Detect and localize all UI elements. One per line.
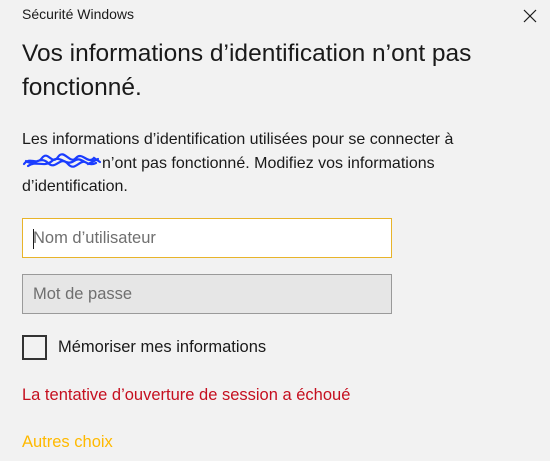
message-line-2: n’ont pas fonctionné. Modifiez vos infor… (102, 154, 435, 172)
redaction-scribble (22, 153, 102, 169)
close-button[interactable] (516, 3, 544, 29)
remember-label: Mémoriser mes informations (58, 338, 267, 356)
more-choices-link[interactable]: Autres choix (22, 433, 113, 452)
password-field[interactable] (22, 274, 392, 314)
username-field[interactable] (22, 218, 392, 258)
message-line-1: Les informations d’identification utilis… (22, 131, 454, 148)
remember-checkbox-row[interactable]: Mémoriser mes informations (22, 335, 266, 360)
error-message: La tentative d’ouverture de session a éc… (22, 386, 351, 404)
title-bar: Sécurité Windows (0, 0, 550, 32)
close-icon (523, 9, 537, 23)
remember-checkbox[interactable] (22, 335, 47, 360)
text-caret (33, 229, 34, 249)
credential-dialog: Sécurité Windows Vos informations d’iden… (0, 0, 550, 461)
dialog-heading: Vos informations d’identification n’ont … (22, 40, 472, 101)
message-line-3: d’identification. (22, 178, 128, 195)
dialog-message: Les informations d’identification utilis… (22, 128, 522, 199)
app-title: Sécurité Windows (22, 6, 135, 22)
